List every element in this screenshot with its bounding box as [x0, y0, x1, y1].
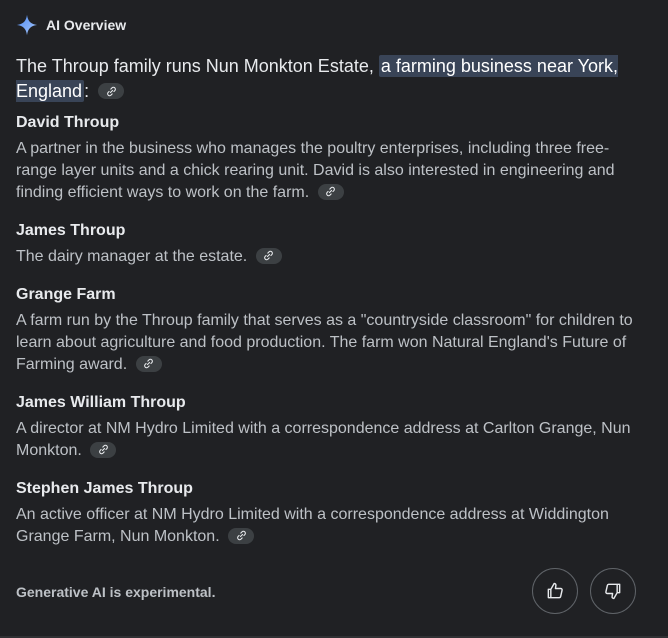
section-grange-farm: Grange Farm A farm run by the Throup fam…: [16, 284, 646, 376]
section-james-william-throup: James William Throup A director at NM Hy…: [16, 392, 646, 462]
section-text: A partner in the business who manages th…: [16, 140, 615, 201]
source-link-button[interactable]: [90, 441, 117, 458]
thumbs-down-icon: [605, 583, 621, 600]
section-text: A farm run by the Throup family that ser…: [16, 312, 633, 373]
intro-colon: :: [84, 81, 90, 101]
link-icon: [326, 187, 336, 197]
section-title: James Throup: [16, 222, 126, 239]
section-james-throup: James Throup The dairy manager at the es…: [16, 220, 646, 268]
intro-text: The Throup family runs Nun Monkton Estat…: [16, 56, 374, 76]
section-title: David Throup: [16, 114, 120, 131]
section-text: The dairy manager at the estate.: [16, 248, 248, 265]
link-icon: [236, 531, 246, 541]
source-link-button[interactable]: [135, 355, 162, 372]
section-body: A farm run by the Throup family that ser…: [16, 310, 646, 376]
link-icon: [106, 86, 116, 96]
source-link-button[interactable]: [317, 183, 344, 200]
thumbs-up-icon: [547, 582, 563, 599]
section-stephen-james-throup: Stephen James Throup An active officer a…: [16, 478, 646, 548]
thumbs-down-button[interactable]: [590, 568, 636, 614]
source-link-button[interactable]: [255, 247, 282, 264]
section-title: James William Throup: [16, 394, 186, 411]
link-icon: [144, 359, 153, 369]
section-body: An active officer at NM Hydro Limited wi…: [16, 504, 646, 548]
section-body: A director at NM Hydro Limited with a co…: [16, 418, 646, 462]
source-link-button[interactable]: [228, 527, 255, 544]
sparkle-icon: [16, 14, 38, 36]
section-title: Grange Farm: [16, 286, 116, 303]
source-link-button[interactable]: [98, 83, 125, 100]
thumbs-up-button[interactable]: [532, 568, 578, 614]
section-body: A partner in the business who manages th…: [16, 138, 646, 204]
section-body: The dairy manager at the estate.: [16, 246, 646, 268]
experimental-disclaimer: Generative AI is experimental.: [16, 584, 216, 600]
section-david-throup: David Throup A partner in the business w…: [16, 112, 646, 204]
section-title: Stephen James Throup: [16, 480, 193, 497]
ai-overview-header: AI Overview: [16, 14, 126, 36]
ai-overview-title: AI Overview: [46, 17, 127, 33]
section-text: An active officer at NM Hydro Limited wi…: [16, 506, 609, 545]
link-icon: [264, 251, 274, 261]
intro-paragraph: The Throup family runs Nun Monkton Estat…: [16, 54, 636, 104]
link-icon: [98, 445, 108, 455]
